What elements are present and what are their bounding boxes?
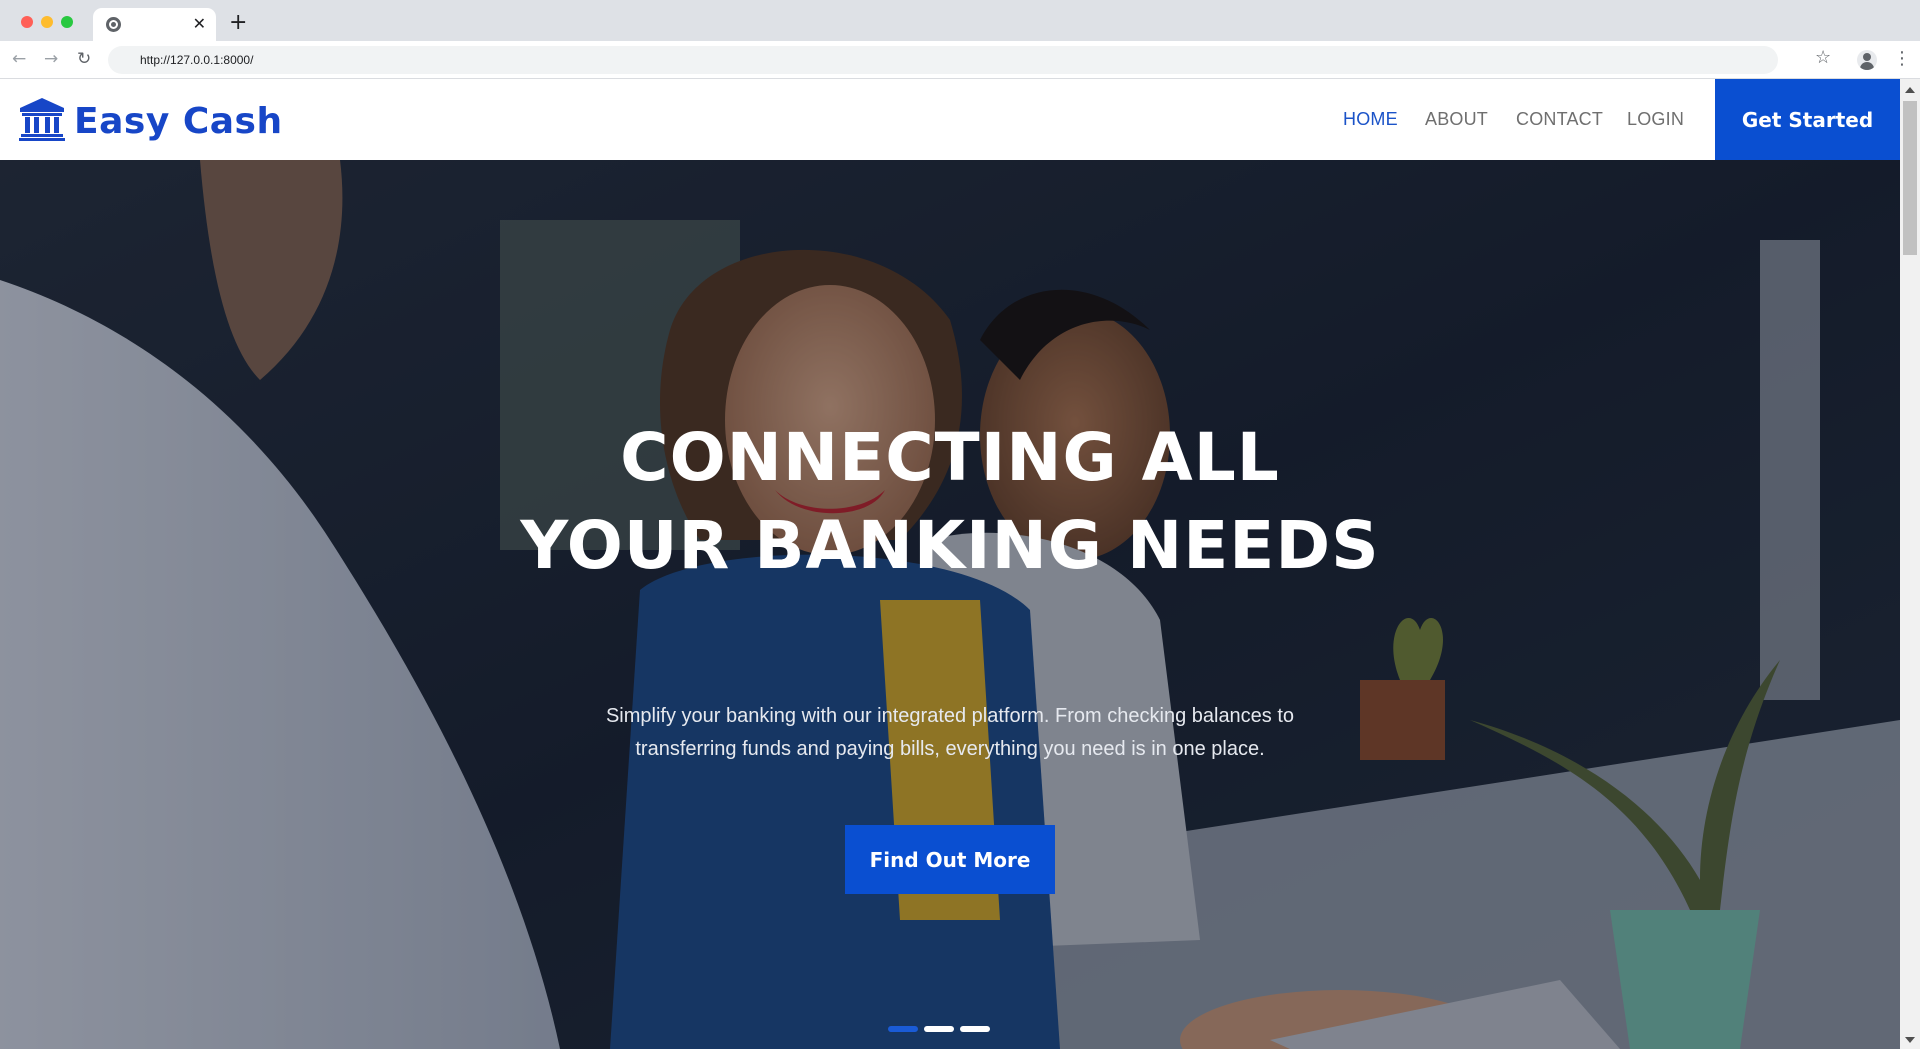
forward-arrow-icon[interactable]: → xyxy=(44,49,58,69)
nav-about-link[interactable]: ABOUT xyxy=(1425,109,1488,130)
carousel-indicator-3[interactable] xyxy=(960,1026,990,1032)
hero-title: CONNECTING ALL YOUR BANKING NEEDS xyxy=(350,414,1550,590)
browser-toolbar: ← → ↻ http://127.0.0.1:8000/ ☆ ⋮ xyxy=(0,41,1920,79)
chrome-favicon-icon xyxy=(106,17,121,32)
hero-subtitle-line-1: Simplify your banking with our integrate… xyxy=(605,705,1295,727)
reload-icon[interactable]: ↻ xyxy=(77,49,91,69)
carousel-indicator-1[interactable] xyxy=(888,1026,918,1032)
browser-menu-icon[interactable]: ⋮ xyxy=(1893,49,1911,69)
page-viewport: Easy Cash HOME ABOUT CONTACT LOGIN Get S… xyxy=(0,79,1900,1049)
nav-login-link[interactable]: LOGIN xyxy=(1627,109,1684,130)
hero-subtitle: Simplify your banking with our integrate… xyxy=(500,700,1400,766)
browser-tab[interactable]: ✕ xyxy=(93,8,216,41)
window-minimize-button[interactable] xyxy=(41,16,53,28)
hero-dark-overlay xyxy=(0,160,1900,1049)
site-header: Easy Cash HOME ABOUT CONTACT LOGIN Get S… xyxy=(0,79,1900,160)
page-scrollbar[interactable] xyxy=(1900,79,1920,1049)
profile-avatar-icon[interactable] xyxy=(1857,50,1877,70)
address-bar-url[interactable]: http://127.0.0.1:8000/ xyxy=(140,53,253,67)
nav-contact-link[interactable]: CONTACT xyxy=(1516,109,1603,130)
hero-carousel: CONNECTING ALL YOUR BANKING NEEDS Simpli… xyxy=(0,160,1900,1049)
window-close-button[interactable] xyxy=(21,16,33,28)
hero-title-line-1: CONNECTING ALL xyxy=(620,419,1280,496)
bank-icon[interactable] xyxy=(18,97,66,141)
new-tab-button[interactable]: + xyxy=(229,11,247,35)
scroll-up-arrow-icon[interactable] xyxy=(1905,87,1915,93)
carousel-indicator-2[interactable] xyxy=(924,1026,954,1032)
browser-tab-bar: ✕ + xyxy=(0,0,1920,41)
window-maximize-button[interactable] xyxy=(61,16,73,28)
hero-subtitle-line-2: transferring funds and paying bills, eve… xyxy=(635,738,1265,760)
back-arrow-icon[interactable]: ← xyxy=(12,49,26,69)
bookmark-star-icon[interactable]: ☆ xyxy=(1815,47,1831,69)
scrollbar-thumb[interactable] xyxy=(1903,101,1917,255)
scroll-down-arrow-icon[interactable] xyxy=(1905,1037,1915,1043)
find-out-more-button[interactable]: Find Out More xyxy=(845,825,1055,894)
tab-close-icon[interactable]: ✕ xyxy=(193,15,206,33)
hero-title-line-2: YOUR BANKING NEEDS xyxy=(520,507,1380,584)
address-bar[interactable]: http://127.0.0.1:8000/ xyxy=(108,46,1778,74)
get-started-button[interactable]: Get Started xyxy=(1715,79,1900,160)
brand-name[interactable]: Easy Cash xyxy=(74,101,283,142)
nav-home-link[interactable]: HOME xyxy=(1343,109,1398,130)
